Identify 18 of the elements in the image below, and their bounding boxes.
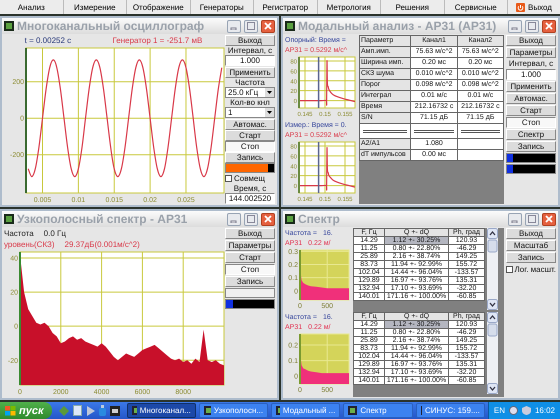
readout-text: уровень(СКЗ) — [4, 240, 55, 249]
field-label: Кол-во кнл — [230, 98, 270, 108]
checkbox-label: Лог. масшт. — [514, 264, 556, 274]
window-title: Многоканальный осциллограф — [17, 19, 204, 33]
readout-text: 29.37дБ(0.001м/с^2) — [64, 240, 140, 249]
window-title: Узкополосный спектр - AP31 — [17, 212, 188, 226]
window-title: Модальный анализ - AP31 (AP31) — [298, 19, 496, 33]
readout-text: Частота — [4, 229, 34, 238]
clock: 16:02 — [534, 406, 556, 415]
field-label: Время, с — [234, 184, 266, 193]
field-label: Интервал, с — [508, 59, 554, 68]
window-title: Спектр — [298, 212, 340, 226]
field-label: Частота — [235, 78, 265, 87]
field-label: Интервал, с — [228, 46, 272, 56]
readout-text: 0.0 Гц — [44, 229, 66, 238]
readout-text: t = 0.00252 с — [24, 36, 72, 45]
readout-text: Генератор 1 = -251.7 мВ — [112, 36, 202, 45]
checkbox-label: Совмещ — [234, 174, 265, 183]
